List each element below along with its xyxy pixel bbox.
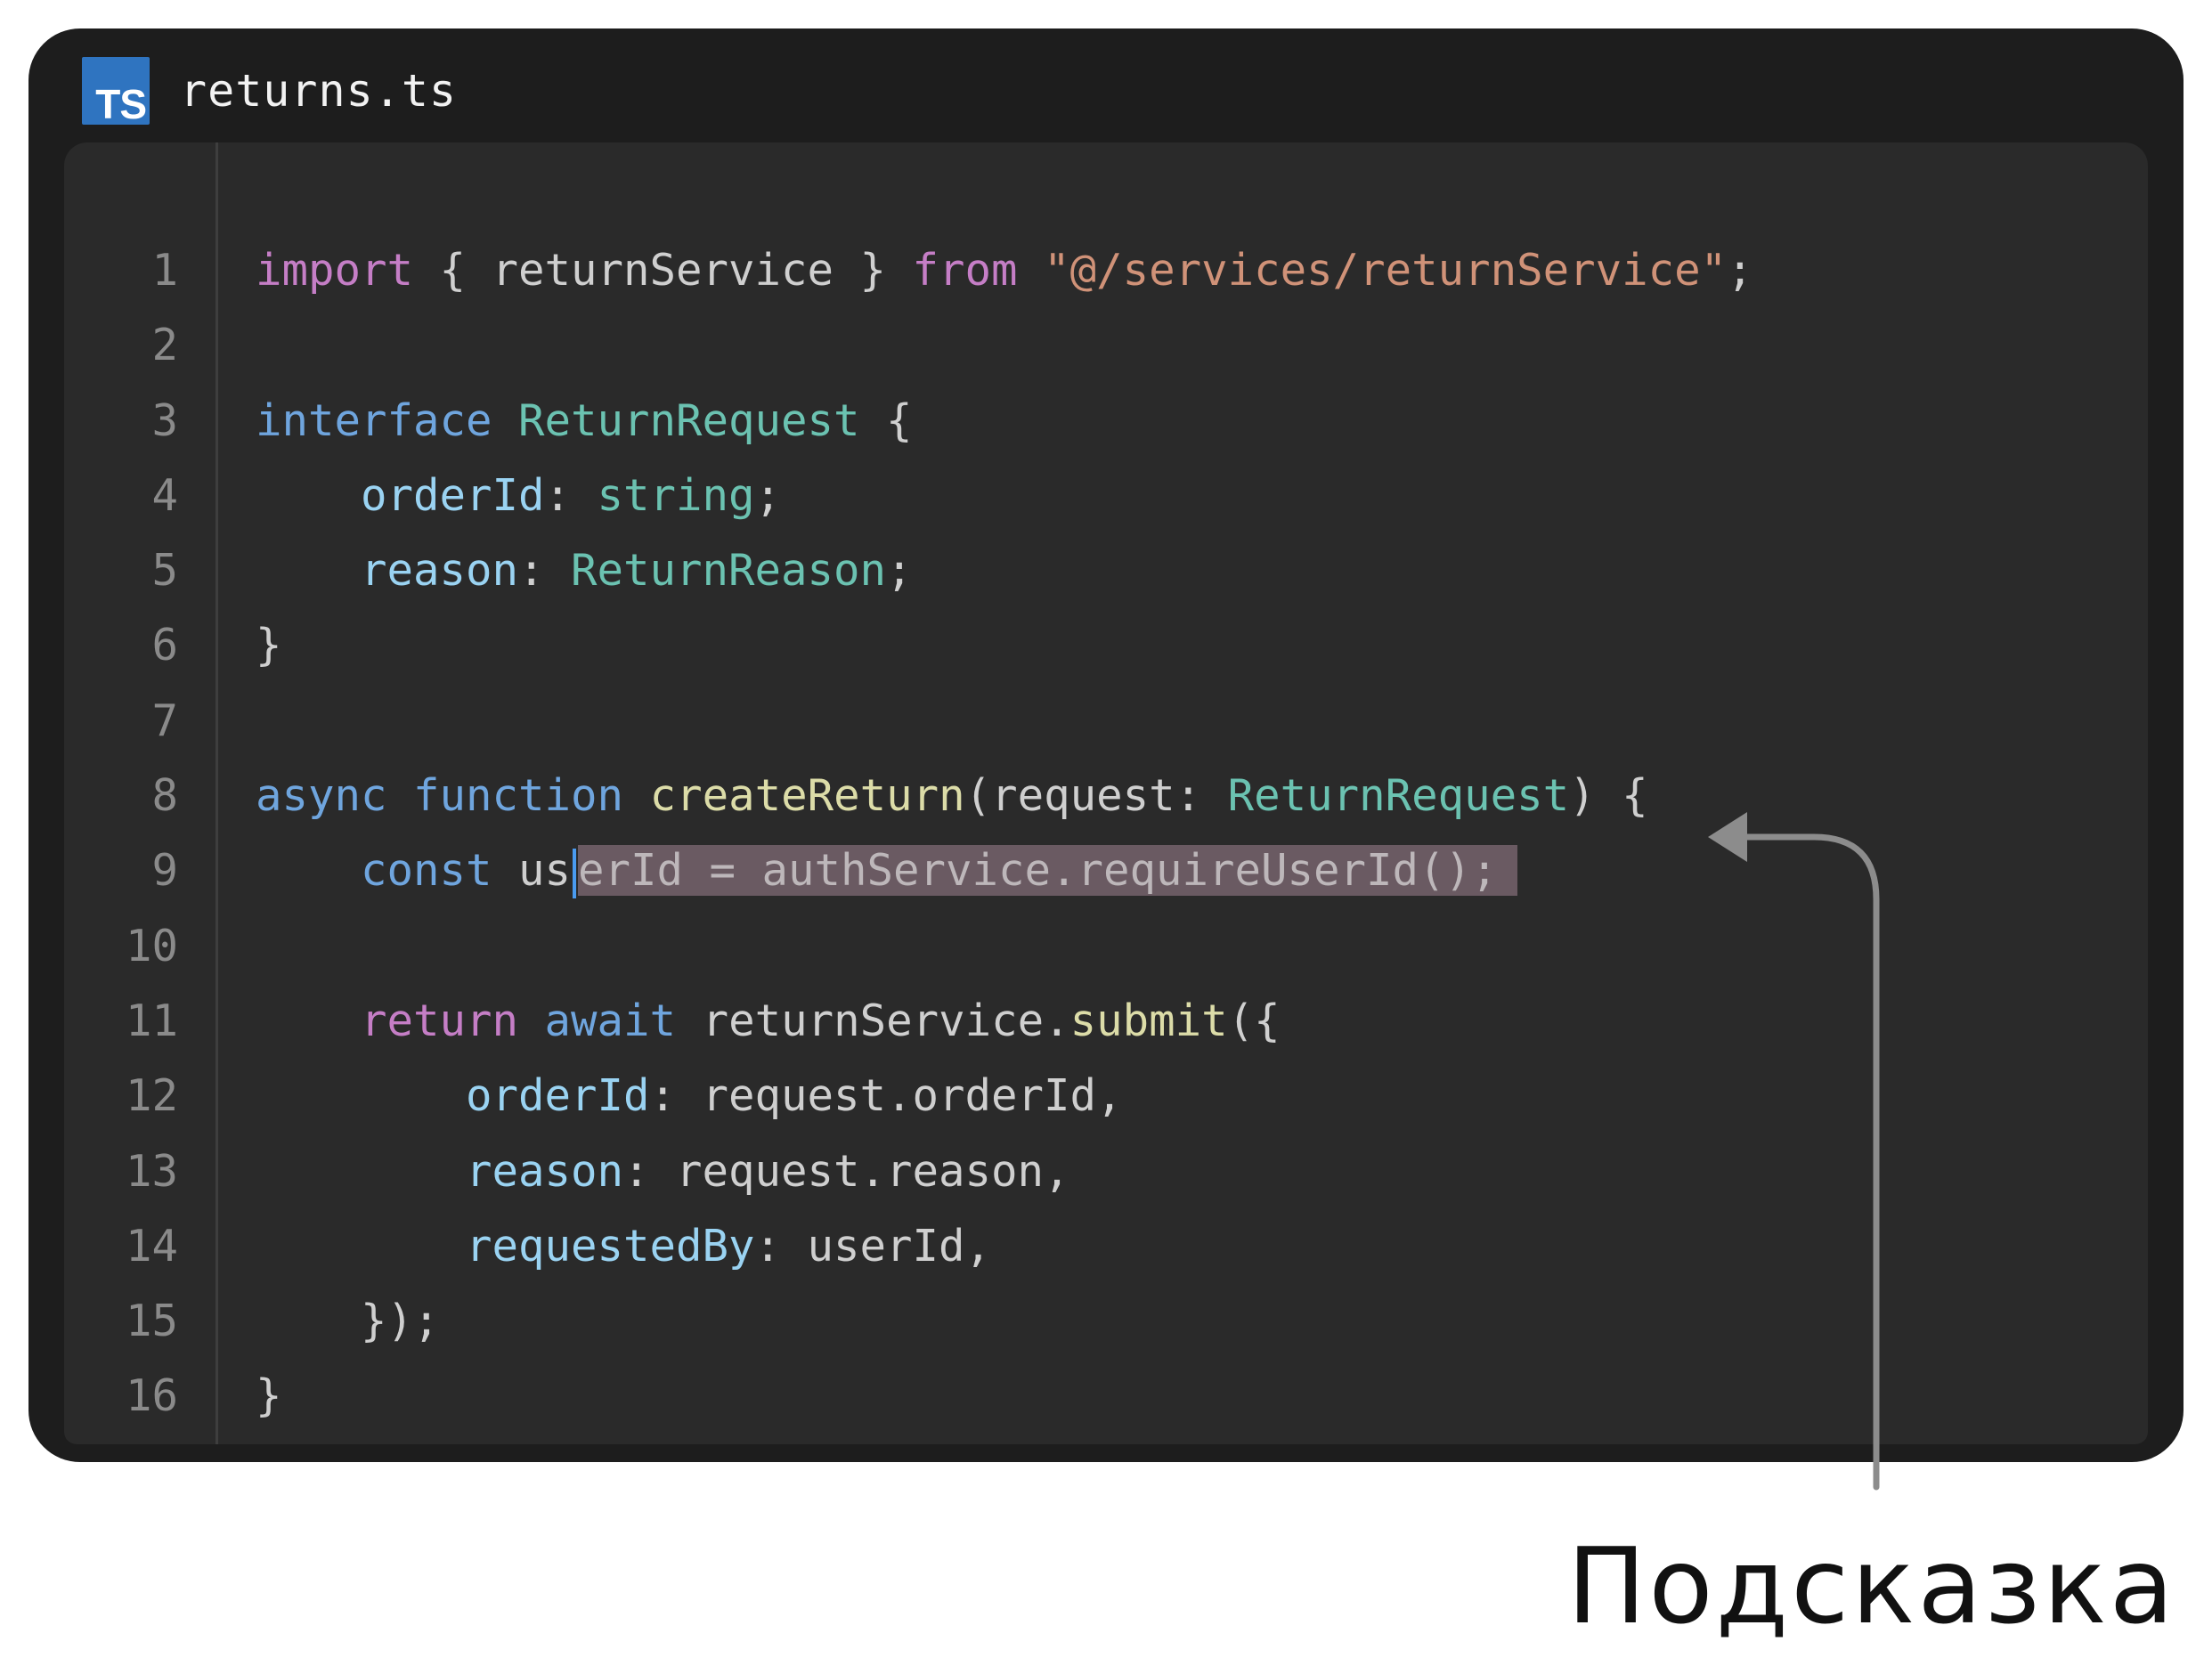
callout-arrow (1708, 812, 1880, 1491)
callout-arrow-head (1708, 812, 1747, 862)
callout-arrow-line (1735, 833, 1880, 1491)
callout-label: Подсказка (1566, 1524, 2176, 1647)
